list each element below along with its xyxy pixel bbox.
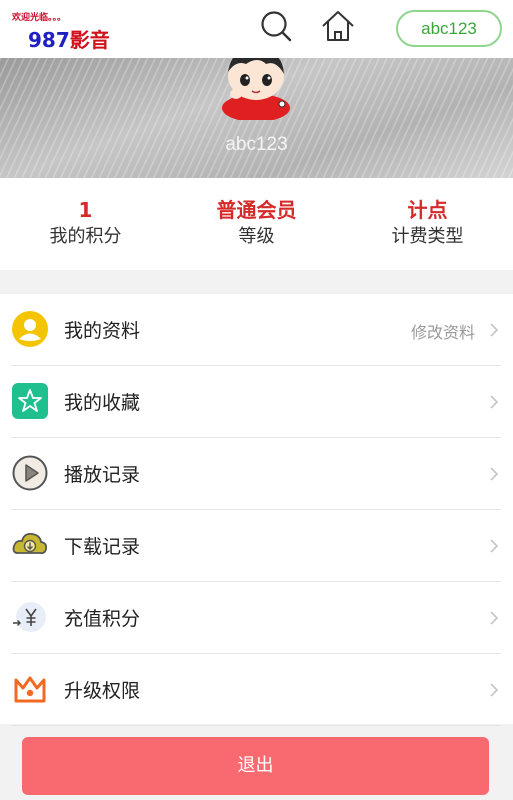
stat-billing-type[interactable]: 计点 计费类型 [342, 196, 513, 250]
chevron-right-icon [489, 322, 499, 338]
account-menu: 我的资料 修改资料 我的收藏 播放记录 下载记录 充值积分 升级权限 [0, 294, 513, 726]
chevron-right-icon [489, 610, 499, 626]
menu-item-upgrade[interactable]: 升级权限 [0, 654, 513, 726]
points-value: 1 [78, 198, 93, 222]
home-icon[interactable] [318, 6, 358, 46]
menu-label-recharge: 充值积分 [64, 608, 141, 630]
logo-welcome-text: 欢迎光临。。。 [12, 13, 67, 23]
menu-label-upgrade: 升级权限 [64, 680, 141, 702]
level-value: 普通会员 [216, 198, 297, 222]
chevron-right-icon [489, 466, 499, 482]
crown-icon [12, 671, 48, 707]
billing-type-value: 计点 [407, 198, 448, 222]
profile-icon [12, 311, 48, 347]
app-logo[interactable]: 欢迎光临。。。 987影音 [12, 8, 122, 52]
menu-label-download-history: 下载记录 [64, 536, 141, 558]
avatar[interactable] [214, 58, 298, 122]
banner-username: abc123 [225, 134, 288, 155]
menu-item-play-history[interactable]: 播放记录 [0, 438, 513, 510]
stat-level[interactable]: 普通会员 等级 [171, 196, 342, 250]
chevron-right-icon [489, 394, 499, 410]
logout-button[interactable]: 退出 [22, 737, 489, 795]
edit-profile-link[interactable]: 修改资料 [411, 319, 475, 343]
username-button[interactable]: abc123 [396, 10, 502, 47]
menu-item-recharge[interactable]: 充值积分 [0, 582, 513, 654]
menu-item-profile[interactable]: 我的资料 修改资料 [0, 294, 513, 366]
logo-title: 987影音 [28, 28, 110, 52]
stat-points[interactable]: 1 我的积分 [0, 196, 171, 250]
top-bar: 欢迎光临。。。 987影音 abc123 [0, 0, 513, 58]
yuan-recharge-icon [12, 599, 48, 635]
level-label: 等级 [238, 226, 275, 247]
download-cloud-icon [12, 527, 48, 563]
star-icon [12, 383, 48, 419]
menu-label-play-history: 播放记录 [64, 464, 141, 486]
chevron-right-icon [489, 538, 499, 554]
menu-label-profile: 我的资料 [64, 320, 141, 342]
menu-label-favorites: 我的收藏 [64, 392, 141, 414]
menu-item-favorites[interactable]: 我的收藏 [0, 366, 513, 438]
play-icon [12, 455, 48, 491]
points-label: 我的积分 [49, 226, 122, 247]
chevron-right-icon [489, 682, 499, 698]
account-stats: 1 我的积分 普通会员 等级 计点 计费类型 [0, 178, 513, 270]
menu-item-download-history[interactable]: 下载记录 [0, 510, 513, 582]
billing-type-label: 计费类型 [391, 226, 464, 247]
search-icon[interactable] [256, 6, 296, 46]
profile-banner: abc123 [0, 58, 513, 178]
